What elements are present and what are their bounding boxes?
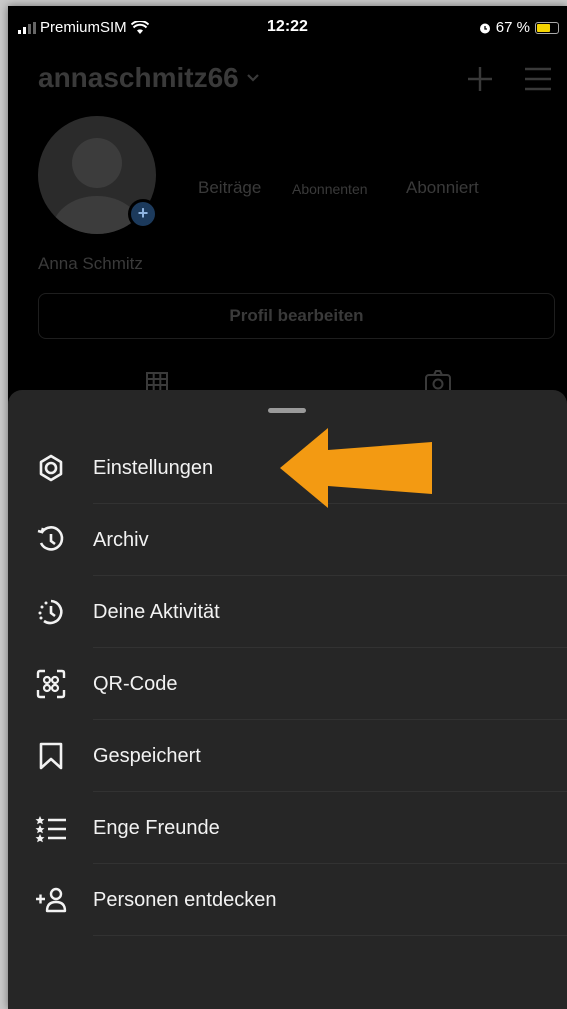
battery-percent: 67 %: [495, 19, 530, 36]
grid-icon[interactable]: [146, 372, 168, 392]
hamburger-icon[interactable]: [523, 66, 553, 92]
add-story-icon[interactable]: +: [128, 199, 158, 229]
full-name: Anna Schmitz: [38, 254, 143, 273]
settings-icon: [34, 451, 68, 485]
menu-item-discover-people[interactable]: Personen entdecken: [8, 864, 567, 936]
stat-followers-label[interactable]: Abonnenten: [292, 181, 368, 197]
status-right: 67 %: [479, 19, 559, 36]
username: annaschmitz66: [38, 62, 239, 93]
sheet-drag-handle[interactable]: [268, 408, 306, 413]
annotation-arrow: [280, 428, 432, 508]
edit-profile-button[interactable]: Profil bearbeiten: [38, 293, 555, 339]
archive-icon: [34, 523, 68, 557]
battery-icon: [535, 21, 559, 34]
menu-item-saved[interactable]: Gespeichert: [8, 720, 567, 792]
menu-item-archive[interactable]: Archiv: [8, 504, 567, 576]
menu-item-label: Enge Freunde: [93, 816, 220, 839]
phone-screen: PremiumSIM 12:22 67 % annaschmitz66 + Be…: [8, 6, 567, 1009]
menu-item-label: Einstellungen: [93, 456, 214, 479]
activity-icon: [34, 595, 68, 629]
bookmark-icon: [34, 739, 68, 773]
menu-item-label: Archiv: [93, 528, 149, 551]
menu-item-qr-code[interactable]: QR-Code: [8, 648, 567, 720]
menu-item-label: Deine Aktivität: [93, 600, 220, 623]
stat-following-label[interactable]: Abonniert: [406, 178, 479, 198]
stat-posts-label[interactable]: Beiträge: [198, 178, 261, 198]
qr-code-icon: [34, 667, 68, 701]
chevron-down-icon: [246, 74, 259, 82]
alarm-icon: [479, 23, 490, 33]
menu-item-activity[interactable]: Deine Aktivität: [8, 576, 567, 648]
menu-item-label: Gespeichert: [93, 744, 201, 767]
menu-item-label: Personen entdecken: [93, 888, 277, 911]
menu-item-label: QR-Code: [93, 672, 178, 695]
status-bar: PremiumSIM 12:22 67 %: [8, 6, 567, 46]
menu-item-close-friends[interactable]: Enge Freunde: [8, 792, 567, 864]
plus-icon[interactable]: [465, 64, 495, 94]
profile-header: annaschmitz66: [38, 58, 567, 108]
close-friends-icon: [34, 811, 68, 845]
add-person-icon: [34, 883, 68, 917]
username-switcher[interactable]: annaschmitz66: [38, 62, 261, 94]
